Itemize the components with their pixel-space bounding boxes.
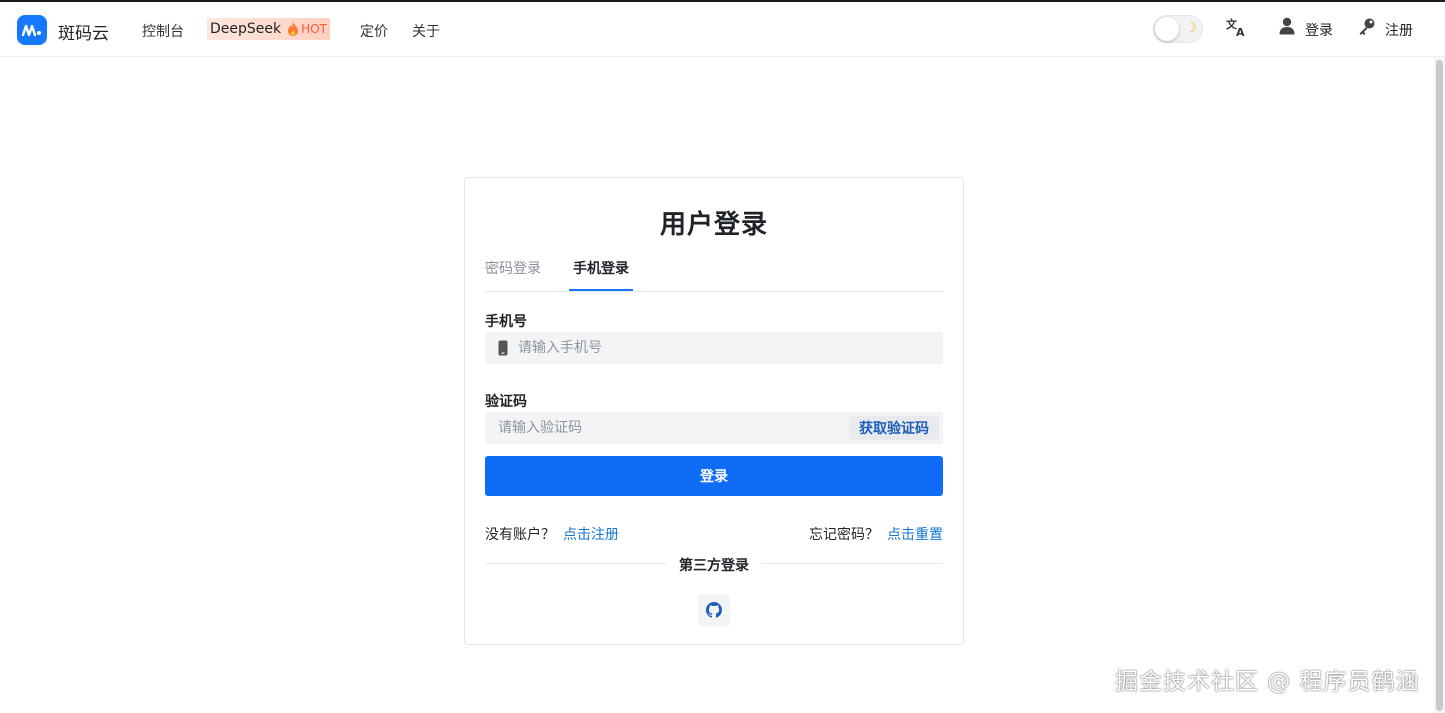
code-field: 获取验证码	[485, 412, 943, 444]
code-label: 验证码	[485, 394, 527, 410]
nav-pricing[interactable]: 定价	[360, 21, 388, 41]
key-icon[interactable]	[1358, 17, 1376, 35]
nav-deepseek-label: DeepSeek	[210, 21, 282, 37]
get-code-button[interactable]: 获取验证码	[849, 416, 939, 440]
brand-logo-icon[interactable]	[17, 15, 47, 45]
third-party-heading: 第三方登录	[465, 555, 963, 575]
reset-link[interactable]: 点击重置	[887, 527, 943, 543]
watermark-text: 掘金技术社区 @ 程序员鹤涵	[1115, 669, 1420, 695]
register-link[interactable]: 点击注册	[563, 527, 619, 543]
toggle-knob	[1155, 17, 1179, 41]
theme-toggle[interactable]: ☽	[1153, 15, 1203, 43]
hot-badge-label: HOT	[301, 22, 327, 36]
nav-about[interactable]: 关于	[412, 21, 440, 41]
nav-console[interactable]: 控制台	[142, 21, 184, 41]
forgot-password-row: 忘记密码？ 点击重置	[809, 524, 943, 544]
header-register-link[interactable]: 注册	[1385, 20, 1413, 40]
tab-password-login[interactable]: 密码登录	[485, 258, 541, 278]
phone-label: 手机号	[485, 314, 527, 330]
login-submit-button[interactable]: 登录	[485, 456, 943, 496]
login-title: 用户登录	[659, 210, 768, 240]
svg-text:A: A	[1236, 26, 1245, 38]
header-login-link[interactable]: 登录	[1305, 20, 1333, 40]
no-account-row: 没有账户？ 点击注册	[485, 524, 619, 544]
github-icon	[706, 602, 722, 618]
phone-icon	[498, 340, 508, 360]
user-icon[interactable]	[1279, 17, 1295, 35]
hot-badge: HOT	[287, 22, 327, 36]
no-account-text: 没有账户？	[485, 527, 555, 543]
top-navbar: 斑码云 控制台 DeepSeek HOT 定价 关于 ☽ 文 A 登录 注册	[0, 2, 1445, 57]
page-scrollbar[interactable]	[1434, 58, 1445, 713]
tab-phone-login[interactable]: 手机登录	[573, 258, 629, 278]
third-party-label: 第三方登录	[667, 558, 761, 574]
login-card: 用户登录 密码登录 手机登录 手机号 验证码 获取验证码 登录 没有账户？ 点击注…	[464, 177, 964, 645]
scrollbar-thumb[interactable]	[1436, 60, 1443, 711]
phone-input[interactable]	[518, 332, 928, 364]
fire-icon	[288, 22, 299, 36]
forgot-text: 忘记密码？	[809, 527, 879, 543]
moon-icon: ☽	[1184, 20, 1197, 36]
brand-name[interactable]: 斑码云	[58, 19, 109, 44]
code-input[interactable]	[498, 412, 838, 444]
login-tabs: 密码登录 手机登录	[485, 246, 943, 292]
nav-deepseek[interactable]: DeepSeek HOT	[207, 18, 330, 40]
active-tab-indicator	[569, 289, 633, 291]
github-login-button[interactable]	[698, 594, 730, 626]
phone-field	[485, 332, 943, 364]
translate-icon[interactable]: 文 A	[1225, 16, 1247, 38]
